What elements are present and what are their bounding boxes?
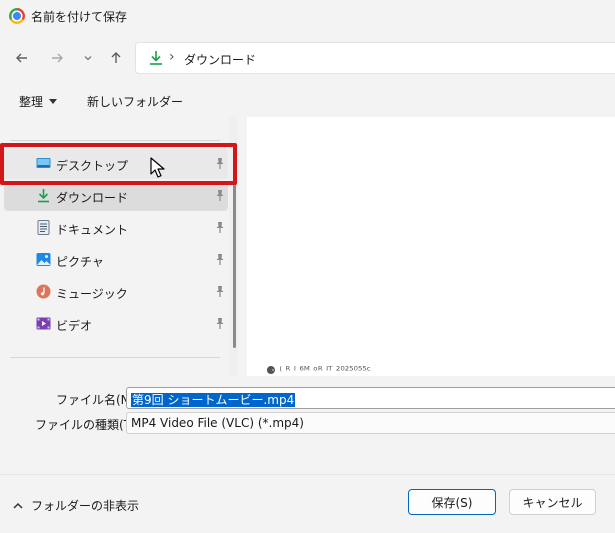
pin-icon[interactable] [215, 157, 225, 170]
documents-icon [36, 220, 51, 235]
address-bar[interactable]: › ダウンロード [135, 42, 615, 74]
mouse-cursor-icon [150, 157, 166, 179]
sidebar-item-music[interactable]: ミュージック [4, 277, 228, 307]
cancel-button[interactable]: キャンセル [509, 489, 596, 515]
save-button[interactable]: 保存(S) [408, 489, 496, 515]
sidebar-item-label: ミュージック [56, 287, 128, 301]
command-toolbar: 整理 新しいフォルダー [0, 84, 615, 116]
sidebar-item-label: ドキュメント [56, 223, 129, 237]
pin-icon[interactable] [215, 317, 225, 330]
filename-value: 第9回 ショートムービー.mp4 [131, 393, 296, 407]
file-list-area[interactable] [247, 117, 615, 376]
back-arrow-icon[interactable] [10, 46, 34, 70]
divider [10, 357, 220, 358]
filetype-label: ファイルの種類(T): [35, 418, 140, 432]
sidebar-item-label: ピクチャ [56, 255, 104, 269]
sidebar-item-desktop[interactable]: デスクトップ [4, 149, 228, 179]
scrollbar-thumb[interactable] [233, 143, 236, 348]
navigation-bar: › ダウンロード [0, 36, 615, 80]
forward-arrow-icon[interactable] [45, 46, 69, 70]
filetype-dropdown[interactable]: MP4 Video File (VLC) (*.mp4) [126, 412, 615, 434]
up-arrow-icon[interactable] [104, 46, 128, 70]
divider [0, 474, 615, 475]
new-folder-button[interactable]: 新しいフォルダー [87, 93, 183, 110]
music-icon [36, 284, 51, 299]
filetype-value: MP4 Video File (VLC) (*.mp4) [131, 416, 304, 430]
recent-locations-chevron-icon[interactable] [76, 46, 100, 70]
sidebar-item-label: デスクトップ [56, 159, 129, 173]
chevron-down-icon [49, 99, 58, 104]
filename-field[interactable]: 第9回 ショートムービー.mp4 [126, 387, 615, 409]
hide-folders-label: フォルダーの非表示 [31, 499, 140, 513]
chrome-app-icon [9, 8, 25, 24]
pin-icon[interactable] [215, 285, 225, 298]
pictures-icon [36, 252, 51, 267]
organize-label: 整理 [19, 95, 44, 109]
download-icon [36, 188, 51, 203]
download-icon [148, 50, 164, 66]
organize-button[interactable]: 整理 [19, 93, 58, 110]
sidebar-item-label: ダウンロード [56, 191, 129, 205]
sidebar-item-downloads[interactable]: ダウンロード [4, 181, 228, 211]
pin-icon[interactable] [215, 221, 225, 234]
chevron-up-icon [13, 502, 23, 509]
title-bar: 名前を付けて保存 [0, 0, 615, 32]
sidebar-item-pictures[interactable]: ピクチャ [4, 245, 228, 275]
desktop-icon [36, 156, 51, 171]
breadcrumb-separator[interactable]: › [169, 49, 175, 65]
sidebar-item-label: ビデオ [56, 319, 93, 333]
navigation-pane: デスクトップ ダウンロード ドキュメント ピクチャ ミュージック ビデオ [0, 117, 238, 376]
sidebar-item-videos[interactable]: ビデオ [4, 309, 228, 339]
pin-icon[interactable] [215, 253, 225, 266]
divider [10, 140, 220, 141]
pin-icon[interactable] [215, 189, 225, 202]
videos-icon [36, 316, 51, 331]
hide-folders-button[interactable]: フォルダーの非表示 [13, 497, 139, 514]
window-title: 名前を付けて保存 [31, 10, 128, 24]
sidebar-item-documents[interactable]: ドキュメント [4, 213, 228, 243]
breadcrumb-current-folder[interactable]: ダウンロード [184, 51, 256, 68]
